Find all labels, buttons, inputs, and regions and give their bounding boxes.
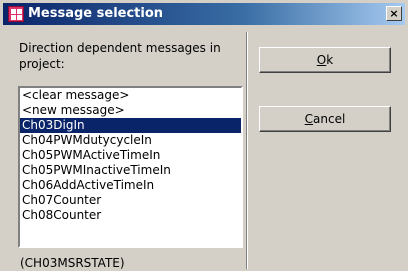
- prompt-line-1: Direction dependent messages in: [19, 41, 221, 55]
- ok-accelerator: O: [316, 53, 327, 67]
- close-icon: ×: [389, 7, 399, 20]
- close-button[interactable]: ×: [386, 6, 402, 21]
- message-selection-dialog: Message selection × Direction dependent …: [0, 0, 408, 271]
- cancel-button[interactable]: Cancel: [259, 106, 391, 132]
- cancel-label-rest: ancel: [313, 112, 346, 126]
- list-item[interactable]: Ch03DigIn: [20, 118, 241, 133]
- list-item[interactable]: Ch06AddActiveTimeIn: [20, 178, 241, 193]
- message-list-panel: Direction dependent messages in project:…: [13, 34, 245, 270]
- prompt-line-2: project:: [19, 57, 65, 71]
- ok-label-rest: k: [326, 53, 334, 67]
- panel-divider: [246, 32, 248, 269]
- list-item[interactable]: Ch04PWMdutycycleIn: [20, 133, 241, 148]
- cancel-accelerator: C: [304, 112, 314, 126]
- app-icon: [8, 6, 24, 22]
- list-item[interactable]: <new message>: [20, 103, 241, 118]
- list-item[interactable]: <clear message>: [20, 88, 241, 103]
- list-item[interactable]: Ch08Counter: [20, 208, 241, 223]
- list-item[interactable]: Ch05PWMActiveTimeIn: [20, 148, 241, 163]
- message-listbox[interactable]: <clear message> <new message> Ch03DigIn …: [18, 86, 243, 248]
- selected-message-id: (CH03MSRSTATE): [20, 256, 125, 270]
- window-title: Message selection: [28, 6, 164, 21]
- list-prompt: Direction dependent messages in project:: [19, 40, 244, 72]
- list-item[interactable]: Ch07Counter: [20, 193, 241, 208]
- list-item[interactable]: Ch05PWMInactiveTimeIn: [20, 163, 241, 178]
- ok-button[interactable]: Ok: [259, 47, 391, 73]
- title-bar[interactable]: Message selection ×: [3, 3, 405, 25]
